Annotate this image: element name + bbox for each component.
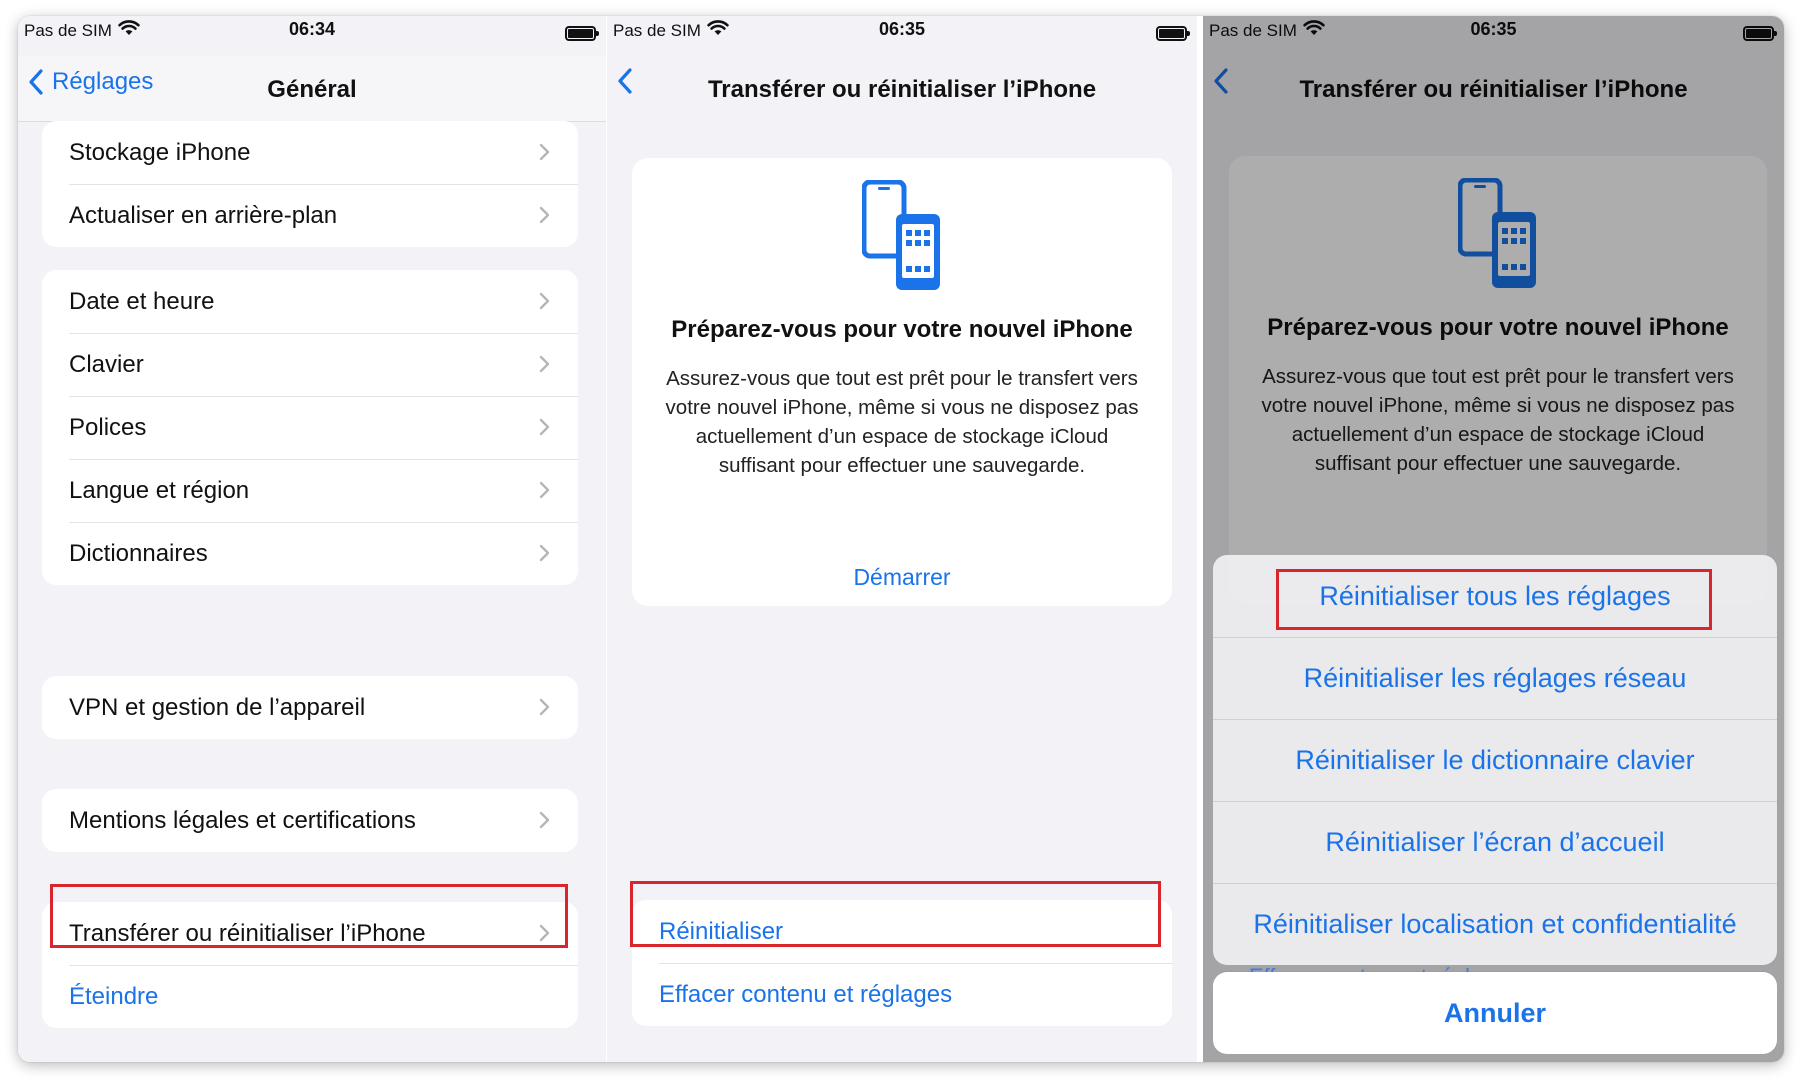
settings-row-legal[interactable]: Mentions légales et certifications xyxy=(42,789,578,852)
panel-general-settings: Pas de SIM 06:34 Réglages Général Stocka… xyxy=(18,16,606,1062)
row-label: Transférer ou réinitialiser l’iPhone xyxy=(69,919,426,947)
row-label: Langue et région xyxy=(69,476,250,504)
card-title: Préparez-vous pour votre nouvel iPhone xyxy=(671,316,1133,343)
row-label: Éteindre xyxy=(69,982,159,1010)
status-bar: Pas de SIM 06:35 xyxy=(607,16,1197,58)
row-label: VPN et gestion de l’appareil xyxy=(69,693,366,721)
reset-keyboard-dictionary-option[interactable]: Réinitialiser le dictionnaire clavier xyxy=(1213,719,1777,801)
chevron-right-icon xyxy=(539,924,550,942)
option-label: Réinitialiser le dictionnaire clavier xyxy=(1295,744,1695,775)
reset-button[interactable]: Réinitialiser xyxy=(632,900,1172,963)
card-description: Assurez-vous que tout est prêt pour le t… xyxy=(665,367,1139,477)
settings-row-shutdown[interactable]: Éteindre xyxy=(42,965,578,1028)
row-label: Clavier xyxy=(69,350,144,378)
reset-action-sheet: Réinitialiser tous les réglages Réinitia… xyxy=(1213,555,1777,965)
cancel-button[interactable]: Annuler xyxy=(1213,972,1777,1054)
chevron-right-icon xyxy=(539,698,550,716)
row-label: Dictionnaires xyxy=(69,539,208,567)
chevron-right-icon xyxy=(539,811,550,829)
settings-row-storage[interactable]: Stockage iPhone xyxy=(42,121,578,184)
reset-options-group: Réinitialiser Effacer contenu et réglage… xyxy=(632,900,1172,1026)
settings-row-vpn[interactable]: VPN et gestion de l’appareil xyxy=(42,676,578,739)
settings-group-locale: Date et heure Clavier Polices Langue et … xyxy=(42,270,578,585)
option-label: Réinitialiser les réglages réseau xyxy=(1303,662,1687,693)
cancel-label: Annuler xyxy=(1443,997,1546,1028)
reset-location-privacy-option[interactable]: Réinitialiser localisation et confidenti… xyxy=(1213,883,1777,965)
chevron-right-icon xyxy=(539,355,550,373)
reset-home-screen-option[interactable]: Réinitialiser l’écran d’accueil xyxy=(1213,801,1777,883)
nav-bar: Réglages Général xyxy=(18,56,606,122)
chevron-right-icon xyxy=(539,206,550,224)
battery-icon xyxy=(1156,26,1190,41)
chevron-right-icon xyxy=(539,292,550,310)
chevron-right-icon xyxy=(539,418,550,436)
settings-row-dictionaries[interactable]: Dictionnaires xyxy=(42,522,578,585)
chevron-right-icon xyxy=(539,143,550,161)
status-time: 06:34 xyxy=(288,19,336,39)
erase-content-button[interactable]: Effacer contenu et réglages xyxy=(632,963,1172,1026)
reset-all-settings-option[interactable]: Réinitialiser tous les réglages xyxy=(1213,555,1777,637)
row-label: Actualiser en arrière-plan xyxy=(69,201,338,229)
settings-group-vpn: VPN et gestion de l’appareil xyxy=(42,676,578,739)
chevron-right-icon xyxy=(539,544,550,562)
row-label: Stockage iPhone xyxy=(69,138,251,166)
row-label: Mentions légales et certifications xyxy=(69,806,416,834)
option-label: Réinitialiser l’écran d’accueil xyxy=(1325,826,1665,857)
settings-group-storage: Stockage iPhone Actualiser en arrière-pl… xyxy=(42,121,578,247)
nav-bar: Transférer ou réinitialiser l’iPhone xyxy=(607,56,1197,122)
panel-reset-sheet: Pas de SIM 06:35 Transférer ou réinitial… xyxy=(1203,16,1784,1062)
prepare-card: Préparez-vous pour votre nouvel iPhone A… xyxy=(632,158,1172,606)
row-label: Effacer contenu et réglages xyxy=(659,980,953,1008)
chevron-right-icon xyxy=(539,481,550,499)
status-time: 06:35 xyxy=(878,19,926,39)
settings-row-background-refresh[interactable]: Actualiser en arrière-plan xyxy=(42,184,578,247)
settings-row-fonts[interactable]: Polices xyxy=(42,396,578,459)
settings-row-language-region[interactable]: Langue et région xyxy=(42,459,578,522)
option-label: Réinitialiser tous les réglages xyxy=(1319,580,1671,611)
settings-row-keyboard[interactable]: Clavier xyxy=(42,333,578,396)
settings-group-legal: Mentions légales et certifications xyxy=(42,789,578,852)
row-label: Date et heure xyxy=(69,287,215,315)
panel-transfer-reset: Pas de SIM 06:35 Transférer ou réinitial… xyxy=(607,16,1197,1062)
row-label: Polices xyxy=(69,413,147,441)
settings-row-date-time[interactable]: Date et heure xyxy=(42,270,578,333)
page-title: Transférer ou réinitialiser l’iPhone xyxy=(707,76,1097,103)
reset-network-settings-option[interactable]: Réinitialiser les réglages réseau xyxy=(1213,637,1777,719)
settings-row-transfer-reset[interactable]: Transférer ou réinitialiser l’iPhone xyxy=(42,902,578,965)
screenshot-frame: Pas de SIM 06:34 Réglages Général Stocka… xyxy=(18,16,1784,1062)
battery-icon xyxy=(565,26,599,41)
option-label: Réinitialiser localisation et confidenti… xyxy=(1253,908,1737,939)
settings-group-transfer: Transférer ou réinitialiser l’iPhone Éte… xyxy=(42,902,578,1028)
status-bar: Pas de SIM 06:34 xyxy=(18,16,606,58)
page-title: Général xyxy=(267,76,357,103)
transfer-phones-icon xyxy=(862,180,940,290)
row-label: Réinitialiser xyxy=(659,917,784,945)
start-button[interactable]: Démarrer xyxy=(632,564,1172,591)
